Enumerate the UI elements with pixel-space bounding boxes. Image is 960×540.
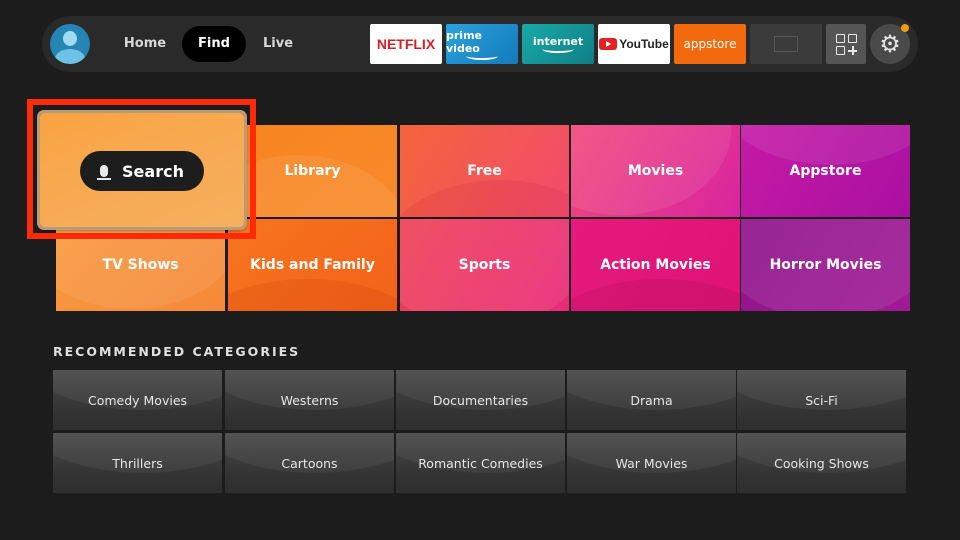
netflix-logo: NETFLIX (376, 36, 436, 52)
item-label: Documentaries (432, 392, 529, 408)
youtube-logo: YouTube (619, 37, 669, 51)
app-prime-video[interactable]: prime video (446, 24, 518, 64)
recommended-item[interactable]: Romantic Comedies (396, 433, 565, 493)
item-label: Comedy Movies (87, 392, 188, 408)
category-sports[interactable]: Sports (400, 219, 569, 311)
youtube-play-icon (599, 38, 618, 50)
apps-grid-plus-icon (835, 33, 857, 55)
item-label: Romantic Comedies (418, 455, 543, 471)
app-internet[interactable]: internet (522, 24, 594, 64)
profile-avatar-icon[interactable] (50, 24, 90, 64)
tile-label: Horror Movies (769, 257, 882, 273)
tile-label: Appstore (789, 163, 862, 179)
item-label: Drama (630, 392, 673, 408)
recommended-item[interactable]: Cartoons (225, 433, 394, 493)
item-label: War Movies (615, 455, 688, 471)
category-action-movies[interactable]: Action Movies (571, 219, 740, 311)
nav-tab-live[interactable]: Live (252, 26, 304, 62)
recommended-item[interactable]: Drama (567, 370, 736, 430)
tile-label: Sports (458, 257, 511, 273)
category-free[interactable]: Free (400, 125, 569, 217)
nav-tab-find[interactable]: Find (182, 26, 246, 62)
item-label: Thrillers (112, 455, 163, 471)
tile-label: Free (467, 163, 502, 179)
search-tile[interactable]: Search (40, 113, 244, 227)
category-movies[interactable]: Movies (571, 125, 740, 217)
notification-dot (901, 24, 909, 32)
tile-label: Kids and Family (250, 257, 375, 273)
recommended-item[interactable]: Sci-Fi (737, 370, 906, 430)
prime-video-logo: prime video (446, 28, 482, 55)
gear-icon: ⚙ (879, 30, 901, 58)
app-appstore[interactable]: appstore (674, 24, 746, 64)
amazon-smile-icon (466, 52, 498, 60)
apps-grid-plus-button[interactable] (826, 24, 866, 64)
appstore-logo: appstore (683, 37, 737, 51)
recommended-item[interactable]: Documentaries (396, 370, 565, 430)
item-label: Cartoons (281, 455, 338, 471)
search-label: Search (122, 161, 184, 181)
microphone-icon (97, 165, 112, 180)
item-label: Sci-Fi (805, 392, 838, 408)
item-label: Cooking Shows (774, 455, 869, 471)
recommended-item[interactable]: Cooking Shows (737, 433, 906, 493)
recommended-item[interactable]: Thrillers (53, 433, 222, 493)
category-appstore[interactable]: Appstore (741, 125, 910, 217)
amazon-smile-icon (542, 45, 574, 53)
nav-tab-home[interactable]: Home (115, 26, 175, 62)
tile-label: Library (284, 163, 341, 179)
tile-label: Movies (627, 163, 684, 179)
recommended-item[interactable]: Westerns (225, 370, 394, 430)
tile-label: TV Shows (102, 257, 179, 273)
search-button[interactable]: Search (80, 151, 204, 191)
image-placeholder-icon (774, 36, 798, 52)
recommended-categories-heading: RECOMMENDED CATEGORIES (53, 344, 301, 359)
item-label: Westerns (280, 392, 339, 408)
app-placeholder[interactable] (750, 24, 822, 64)
app-netflix[interactable]: NETFLIX (370, 24, 442, 64)
app-youtube[interactable]: YouTube (598, 24, 670, 64)
recommended-item[interactable]: Comedy Movies (53, 370, 222, 430)
recommended-item[interactable]: War Movies (567, 433, 736, 493)
category-horror-movies[interactable]: Horror Movies (741, 219, 910, 311)
tile-label: Action Movies (600, 257, 711, 273)
